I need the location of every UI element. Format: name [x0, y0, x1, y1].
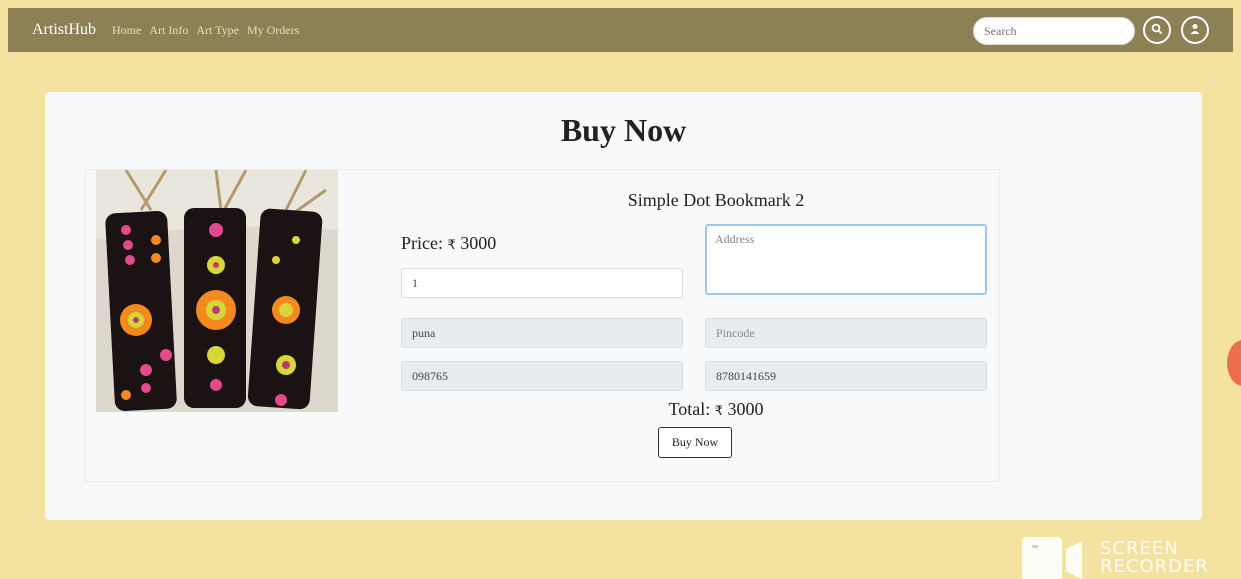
buy-now-card: Buy Now Simple Dot Bookmark 2 Price: ₹ 3… [45, 92, 1202, 520]
search-icon [1151, 23, 1163, 38]
nav-link-home[interactable]: Home [112, 23, 141, 38]
watermark-line-2: RECORDER [1100, 556, 1209, 577]
recording-indicator[interactable] [1227, 340, 1241, 386]
navbar: ArtistHub Home Art Info Art Type My Orde… [8, 8, 1233, 52]
nav-link-art-type[interactable]: Art Type [196, 23, 239, 38]
nav-link-my-orders[interactable]: My Orders [247, 23, 299, 38]
product-title: Simple Dot Bookmark 2 [627, 190, 805, 210]
brand-logo[interactable]: ArtistHub [32, 21, 96, 39]
price-value: 3000 [460, 233, 497, 253]
phone-field[interactable]: 8780141659 [705, 361, 987, 391]
city-field[interactable]: puna [401, 318, 683, 348]
search-input[interactable] [973, 17, 1135, 45]
buy-now-button[interactable]: Buy Now [658, 427, 732, 458]
product-price: Price: ₹ 3000 [401, 233, 496, 254]
user-button[interactable] [1181, 16, 1209, 44]
nav-link-art-info[interactable]: Art Info [149, 23, 188, 38]
total-currency: ₹ [714, 403, 723, 418]
total-label: Total: [668, 399, 711, 419]
page-title: Buy Now [560, 112, 687, 148]
search-button[interactable] [1143, 16, 1171, 44]
price-label: Price: [401, 233, 443, 253]
product-image [96, 170, 338, 412]
user-icon [1189, 23, 1201, 38]
order-total: Total: ₹ 3000 [546, 399, 886, 420]
zip-field[interactable]: 098765 [401, 361, 683, 391]
quantity-input[interactable]: 1 [401, 268, 683, 298]
screen-recorder-watermark: SCREEN RECORDER [1022, 535, 1241, 579]
nav-links: Home Art Info Art Type My Orders [112, 23, 307, 38]
address-textarea[interactable]: Address [705, 224, 987, 295]
price-currency: ₹ [447, 237, 456, 252]
order-panel: Simple Dot Bookmark 2 Price: ₹ 3000 1 Ad… [85, 169, 1000, 482]
pincode-field[interactable]: Pincode [705, 318, 987, 348]
total-value: 3000 [727, 399, 764, 419]
